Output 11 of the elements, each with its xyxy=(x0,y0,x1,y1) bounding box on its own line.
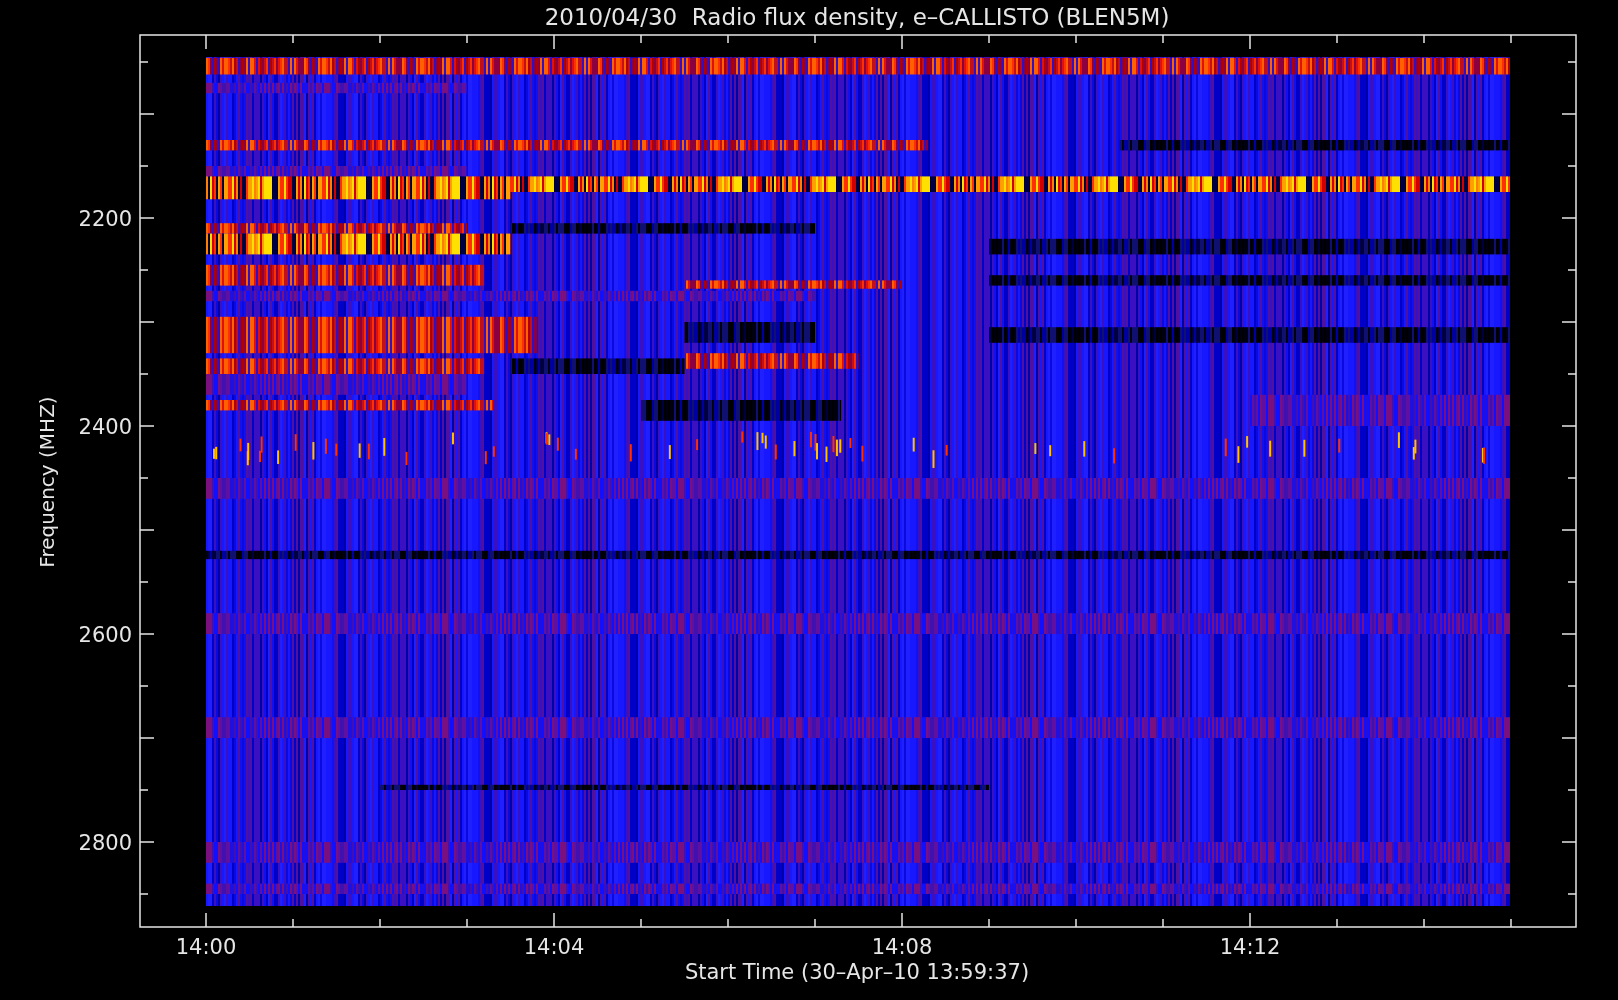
y-tick-label: 2600 xyxy=(78,623,132,647)
x-axis-label: Start Time (30–Apr–10 13:59:37) xyxy=(684,960,1030,984)
x-tick-label: 14:12 xyxy=(1219,935,1281,959)
y-tick-label: 2800 xyxy=(78,831,132,855)
x-tick-label: 14:04 xyxy=(523,935,585,959)
chart-title: 2010/04/30 Radio flux density, e–CALLISTO (BLEN5M) xyxy=(544,4,1170,30)
y-tick-label: 2200 xyxy=(78,207,132,231)
x-tick-label: 14:00 xyxy=(175,935,237,959)
x-tick-label: 14:08 xyxy=(871,935,933,959)
y-tick-label: 2400 xyxy=(78,415,132,439)
y-axis-label: Frequency (MHZ) xyxy=(35,396,59,568)
